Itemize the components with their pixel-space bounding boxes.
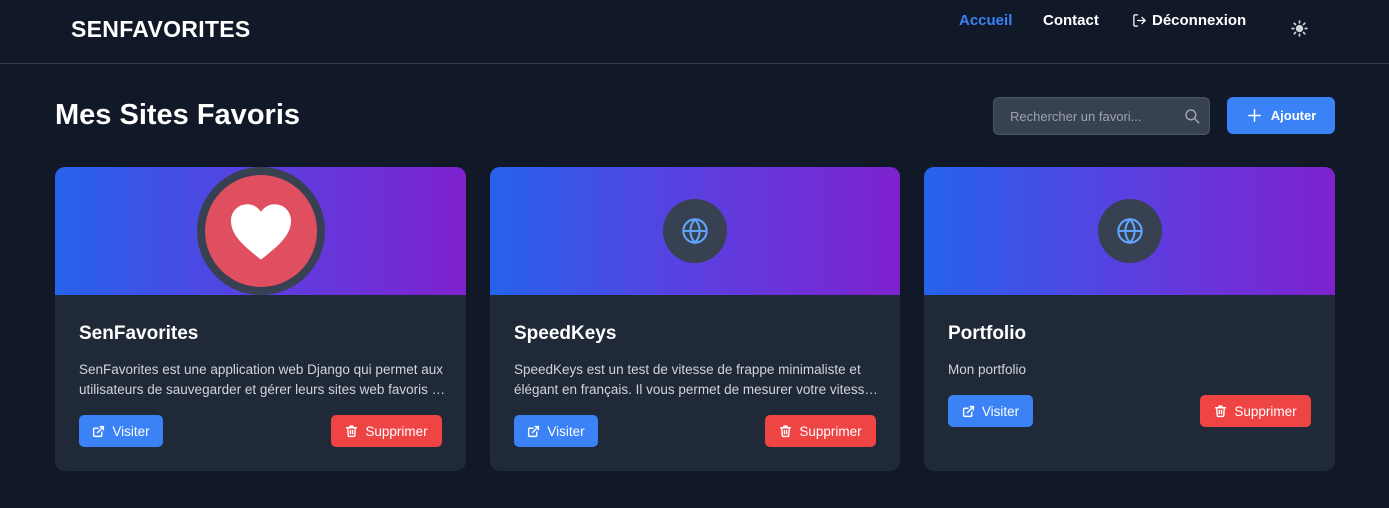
nav-link-accueil[interactable]: Accueil [959, 12, 1012, 29]
external-link-icon [527, 425, 540, 438]
favorite-card: SpeedKeys SpeedKeys est un test de vites… [490, 167, 900, 471]
delete-button-label: Supprimer [799, 423, 862, 439]
delete-button[interactable]: Supprimer [765, 415, 876, 447]
add-button-label: Ajouter [1270, 108, 1317, 123]
external-link-icon [962, 405, 975, 418]
card-logo [663, 199, 727, 263]
delete-button-label: Supprimer [365, 423, 428, 439]
visit-button[interactable]: Visiter [514, 415, 598, 447]
brand-logo[interactable]: SENFAVORITES [71, 16, 251, 43]
search-input[interactable] [994, 98, 1174, 134]
trash-icon [779, 424, 792, 438]
nav-link-deconnexion[interactable]: Déconnexion [1132, 12, 1246, 29]
nav-link-label: Accueil [959, 12, 1013, 29]
trash-icon [345, 424, 358, 438]
card-title: SenFavorites [79, 323, 199, 344]
favorite-card: SenFavorites SenFavorites est une applic… [55, 167, 466, 471]
theme-toggle-button[interactable] [1288, 17, 1310, 39]
visit-button-label: Visiter [981, 403, 1020, 419]
card-banner [55, 167, 466, 295]
delete-button[interactable]: Supprimer [331, 415, 442, 447]
external-link-icon [92, 425, 105, 438]
sun-icon [1290, 19, 1308, 37]
card-logo [1098, 199, 1162, 263]
favorite-card: Portfolio Mon portfolio Visiter Supprime… [924, 167, 1335, 471]
navbar: SENFAVORITES Accueil Contact Déconnexion [0, 0, 1389, 64]
search-box [993, 97, 1210, 135]
visit-button-label: Visiter [112, 423, 150, 439]
card-logo [196, 167, 326, 295]
delete-button-label: Supprimer [1234, 403, 1297, 419]
card-banner [490, 167, 900, 295]
visit-button[interactable]: Visiter [79, 415, 163, 447]
visit-button[interactable]: Visiter [948, 395, 1033, 427]
search-icon[interactable] [1183, 107, 1201, 125]
card-banner [924, 167, 1335, 295]
trash-icon [1214, 404, 1227, 418]
globe-icon [681, 217, 709, 245]
heart-icon [228, 201, 294, 261]
globe-icon [1116, 217, 1144, 245]
logout-icon [1132, 13, 1147, 28]
nav-link-label: Contact [1043, 12, 1099, 29]
card-description: SpeedKeys est un test de vitesse de frap… [514, 362, 872, 397]
add-favorite-button[interactable]: Ajouter [1227, 97, 1335, 134]
card-description: SenFavorites est une application web Dja… [79, 362, 447, 397]
visit-button-label: Visiter [547, 423, 585, 439]
page-title: Mes Sites Favoris [55, 99, 300, 131]
plus-icon [1246, 107, 1263, 124]
delete-button[interactable]: Supprimer [1200, 395, 1311, 427]
nav-link-label: Déconnexion [1152, 12, 1247, 29]
nav-link-contact[interactable]: Contact [1043, 12, 1099, 29]
card-title: SpeedKeys [514, 323, 617, 344]
card-title: Portfolio [948, 323, 1027, 344]
card-description: Mon portfolio [948, 362, 1027, 377]
